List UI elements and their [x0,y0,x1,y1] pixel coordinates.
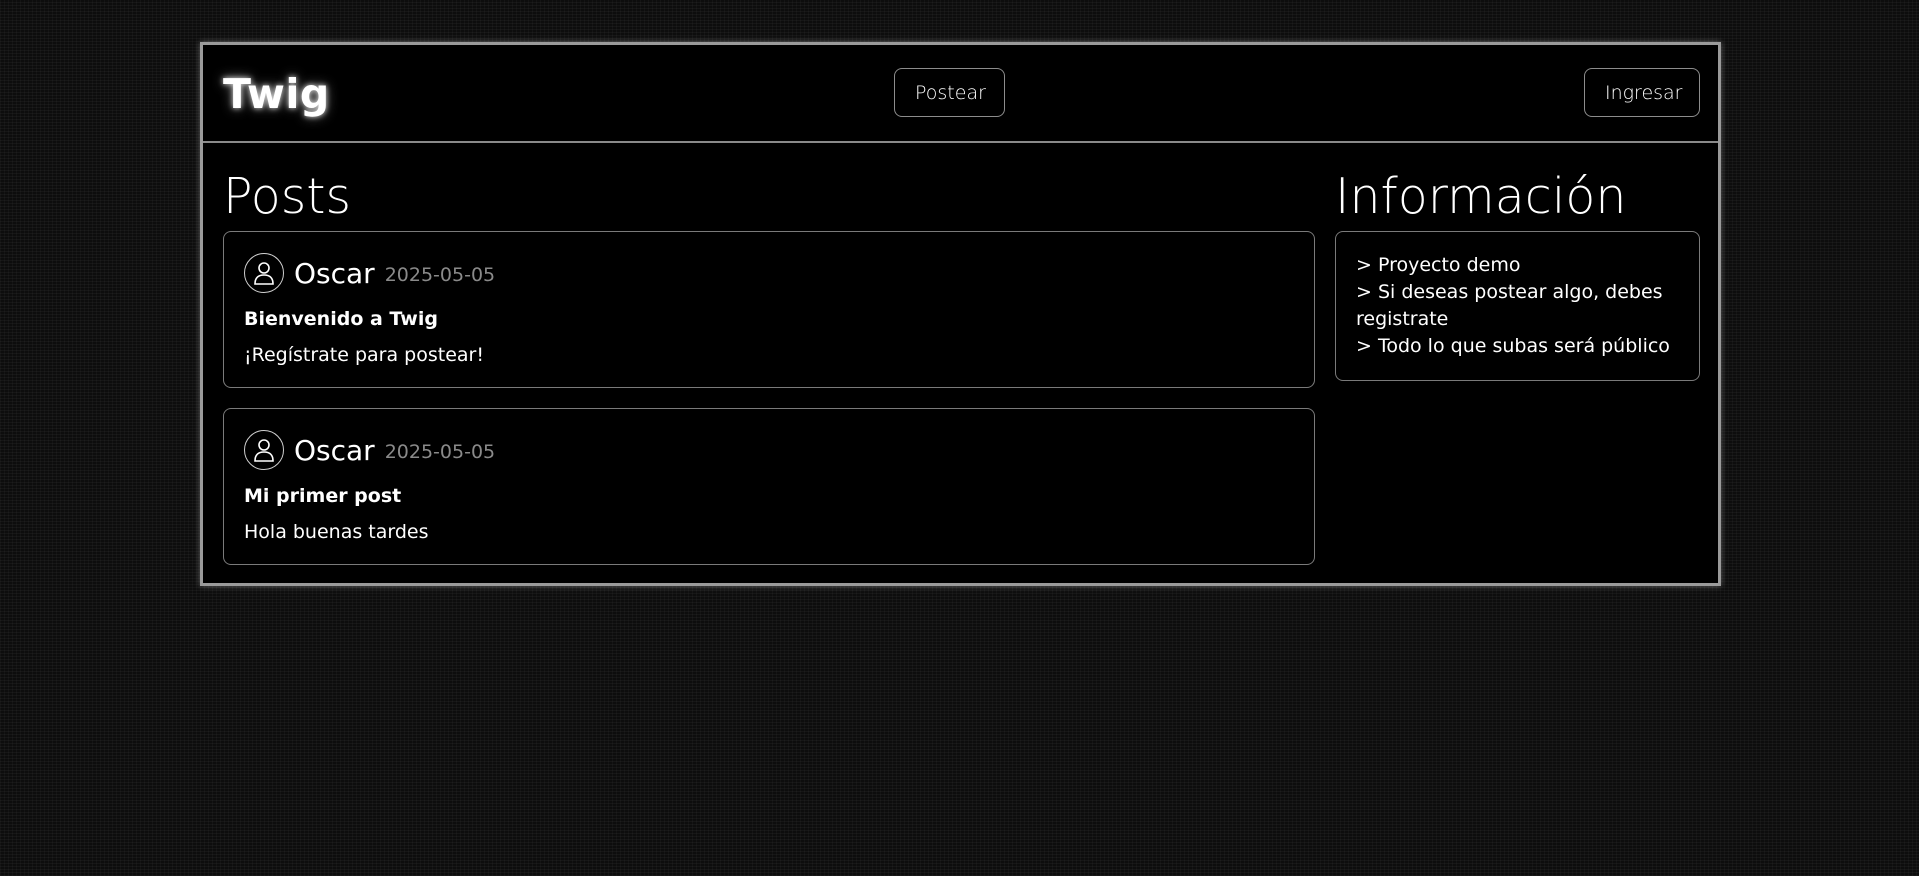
login-button[interactable]: Ingresar [1584,68,1700,117]
posts-title: Posts [223,168,352,225]
post-button[interactable]: Postear [894,68,1005,117]
info-line: > Si deseas postear algo, debes registra… [1356,281,1663,330]
posts-section: Posts Oscar 2025-05-05 Bienvenido a Twig… [223,167,1315,585]
post-date: 2025-05-05 [384,441,496,463]
info-section: Información > Proyecto demo > Si deseas … [1335,167,1700,381]
post-author: Oscar [294,256,375,290]
brand-logo[interactable]: Twig [223,70,330,118]
header: Twig Postear Ingresar [203,45,1718,143]
post-header: Oscar 2025-05-05 [244,252,1294,294]
post-card: Oscar 2025-05-05 Mi primer post Hola bue… [223,408,1315,565]
info-card: > Proyecto demo > Si deseas postear algo… [1335,231,1700,381]
post-body: Hola buenas tardes [244,521,429,543]
info-title: Información [1335,168,1627,225]
app-frame: Twig Postear Ingresar Posts Oscar 2025-0… [200,42,1721,586]
post-date: 2025-05-05 [384,264,496,286]
post-card: Oscar 2025-05-05 Bienvenido a Twig ¡Regí… [223,231,1315,388]
post-author: Oscar [294,433,375,467]
user-icon [244,430,284,470]
post-header: Oscar 2025-05-05 [244,429,1294,471]
post-title: Mi primer post [244,485,402,507]
info-line: > Todo lo que subas será público [1356,335,1670,357]
user-icon [244,253,284,293]
post-body: ¡Regístrate para postear! [244,344,484,366]
info-line: > Proyecto demo [1356,254,1521,276]
post-title: Bienvenido a Twig [244,308,438,330]
